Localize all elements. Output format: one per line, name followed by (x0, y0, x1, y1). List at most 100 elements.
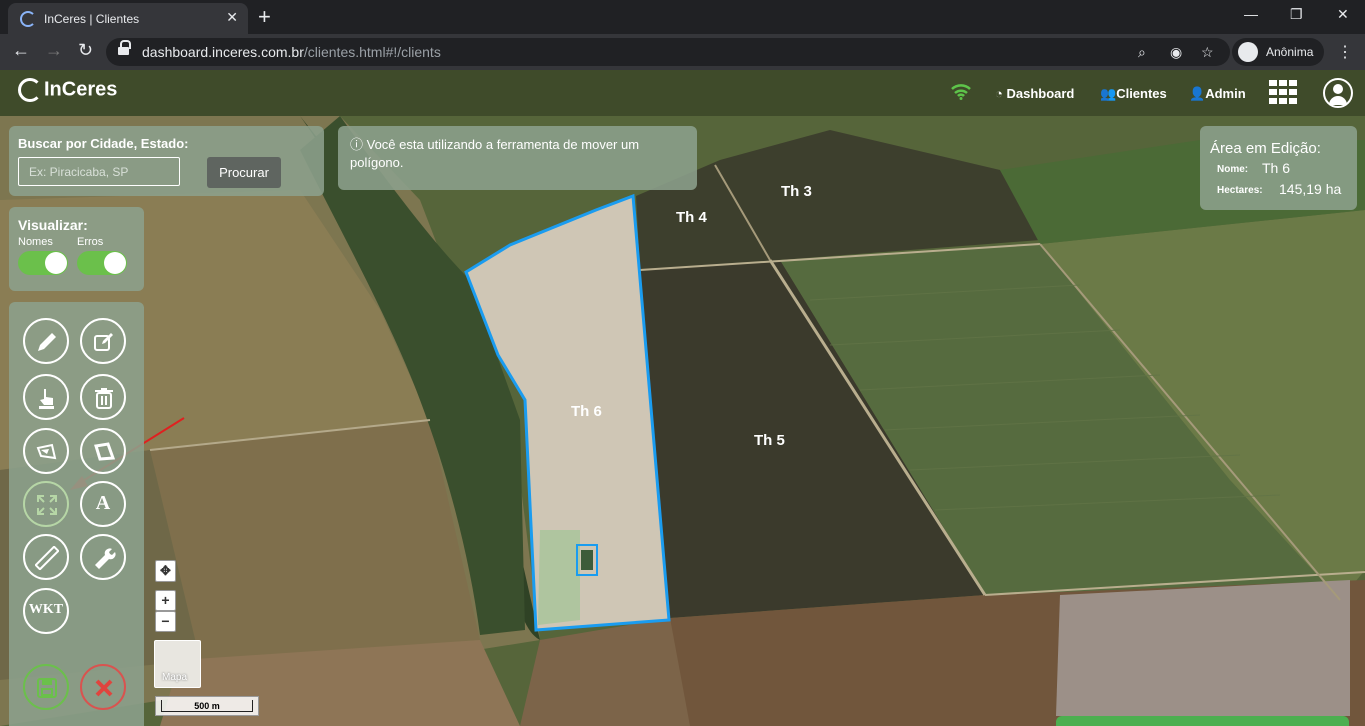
question-circle-icon: ⓘ (350, 137, 367, 152)
draw-polygon-button[interactable] (23, 318, 69, 364)
tool-info-text: ⓘ Você esta utilizando a ferramenta de m… (350, 136, 685, 172)
search-button[interactable]: Procurar (207, 157, 281, 188)
incognito-icon (1238, 42, 1258, 62)
field-label-th6[interactable]: Th 6 (571, 403, 602, 420)
expand-arrows-icon (37, 495, 57, 515)
edit-square-icon (94, 333, 113, 351)
logo-text: InCeres (44, 78, 118, 101)
app-header: InCeres ◔ Dashboard 👥Clientes 👤Admin (0, 70, 1365, 116)
polygon-shape-icon (94, 442, 116, 461)
area-hectares-label: Hectares: (1217, 185, 1263, 196)
new-tab-button[interactable]: + (258, 4, 271, 30)
minimize-button[interactable]: — (1244, 6, 1258, 22)
zoom-icon[interactable]: ⌕ (1138, 44, 1146, 61)
nav-admin[interactable]: 👤Admin (1189, 86, 1246, 102)
zoom-out-button[interactable]: − (155, 611, 176, 632)
address-bar[interactable]: dashboard.inceres.com.br/clientes.html#!… (106, 38, 1230, 66)
save-button[interactable] (23, 664, 69, 710)
reload-icon[interactable]: ↻ (78, 40, 93, 61)
basemap-label: Mapa (162, 672, 188, 683)
url-text: dashboard.inceres.com.br/clientes.html#!… (142, 44, 441, 60)
restore-button[interactable]: ❐ (1290, 6, 1303, 23)
search-label: Buscar por Cidade, Estado: (18, 136, 189, 151)
users-icon: 👥 (1100, 86, 1117, 101)
floppy-disk-icon (37, 678, 57, 698)
trash-icon (95, 388, 113, 409)
area-hectares-value: 145,19 ha (1279, 181, 1342, 197)
browser-tab[interactable]: InCeres | Clientes ✕ (8, 3, 248, 34)
tab-title: InCeres | Clientes (44, 12, 140, 26)
nav-dashboard[interactable]: ◔ Dashboard (995, 86, 1074, 101)
search-panel: Buscar por Cidade, Estado: Procurar (9, 126, 324, 196)
drawing-tools-panel: A WKT (9, 302, 144, 726)
area-name-label: Nome: (1217, 164, 1249, 175)
field-label-th5[interactable]: Th 5 (754, 432, 785, 449)
delete-polygon-button[interactable] (80, 374, 126, 420)
cut-polygon-button[interactable] (23, 428, 69, 474)
inceres-favicon-icon (20, 11, 36, 27)
apps-grid-icon[interactable] (1269, 80, 1297, 104)
wrench-icon (95, 548, 116, 569)
tool-info-message: Você esta utilizando a ferramenta de mov… (350, 137, 640, 170)
profile-button[interactable]: Anônima (1232, 38, 1324, 66)
forward-arrow-icon[interactable]: → (45, 40, 63, 61)
nav-clients-label: Clientes (1116, 86, 1167, 101)
lock-icon (118, 40, 131, 56)
tab-close-icon[interactable]: ✕ (226, 9, 238, 26)
inceres-logo[interactable]: InCeres (18, 78, 117, 102)
user-account-icon[interactable] (1323, 78, 1353, 108)
profile-name: Anônima (1266, 45, 1314, 59)
map-scale: 500 m (155, 696, 259, 716)
zoom-in-button[interactable]: + (155, 590, 176, 611)
names-toggle[interactable] (18, 251, 68, 275)
nav-dashboard-label: Dashboard (1006, 86, 1075, 101)
tracking-blocked-icon[interactable]: ◉ (1170, 44, 1182, 61)
cancel-button[interactable] (80, 664, 126, 710)
browser-tab-bar: InCeres | Clientes ✕ + — ❐ ✕ (0, 0, 1365, 34)
wkt-label: WKT (28, 602, 64, 617)
area-edit-title: Área em Edição: (1210, 140, 1321, 157)
area-edit-panel: Área em Edição: Nome: Th 6 Hectares: 145… (1200, 126, 1357, 210)
view-panel: Visualizar: Nomes Erros (9, 207, 144, 291)
nav-admin-label: Admin (1205, 86, 1246, 101)
errors-toggle[interactable] (77, 251, 127, 275)
dashboard-gauge-icon: ◔ (995, 86, 1007, 101)
hand-pointer-icon (39, 389, 54, 409)
wifi-icon (951, 84, 971, 100)
field-label-th3[interactable]: Th 3 (781, 183, 812, 200)
polygon-cut-icon (36, 443, 57, 460)
errors-toggle-label: Erros (77, 236, 104, 248)
wkt-button[interactable]: WKT (23, 588, 69, 634)
names-toggle-label: Nomes (18, 236, 53, 248)
url-path: /clientes.html#!/clients (303, 44, 441, 60)
basemap-toggle[interactable]: Mapa (154, 640, 201, 688)
close-window-button[interactable]: ✕ (1337, 6, 1349, 23)
select-polygon-button[interactable] (23, 374, 69, 420)
nav-clients[interactable]: 👥Clientes (1100, 86, 1167, 102)
polygon-shape-button[interactable] (80, 428, 126, 474)
move-polygon-button[interactable] (23, 481, 69, 527)
measure-button[interactable] (23, 534, 69, 580)
text-tool-glyph: A (95, 492, 111, 514)
field-label-th4[interactable]: Th 4 (676, 209, 707, 226)
text-label-button[interactable]: A (80, 481, 126, 527)
scale-label: 500 m (161, 700, 253, 712)
pan-control[interactable]: ✥ (155, 560, 176, 582)
settings-button[interactable] (80, 534, 126, 580)
view-title: Visualizar: (18, 217, 88, 233)
browser-toolbar: ← → ↻ dashboard.inceres.com.br/clientes.… (0, 34, 1365, 70)
url-host: dashboard.inceres.com.br (142, 44, 304, 60)
ruler-icon (35, 546, 59, 570)
bottom-green-panel[interactable] (1056, 716, 1349, 726)
edit-polygon-button[interactable] (80, 318, 126, 364)
close-x-icon (95, 679, 113, 697)
bookmark-star-icon[interactable]: ☆ (1201, 44, 1214, 61)
logo-ring-icon (18, 78, 42, 102)
pencil-icon (38, 333, 56, 351)
move-arrows-icon: ✥ (160, 563, 171, 578)
tool-info-panel: ⓘ Você esta utilizando a ferramenta de m… (338, 126, 697, 190)
area-name-value: Th 6 (1262, 160, 1291, 176)
back-arrow-icon[interactable]: ← (12, 40, 30, 61)
city-search-input[interactable] (18, 157, 180, 186)
browser-menu-icon[interactable]: ⋮ (1337, 42, 1353, 62)
